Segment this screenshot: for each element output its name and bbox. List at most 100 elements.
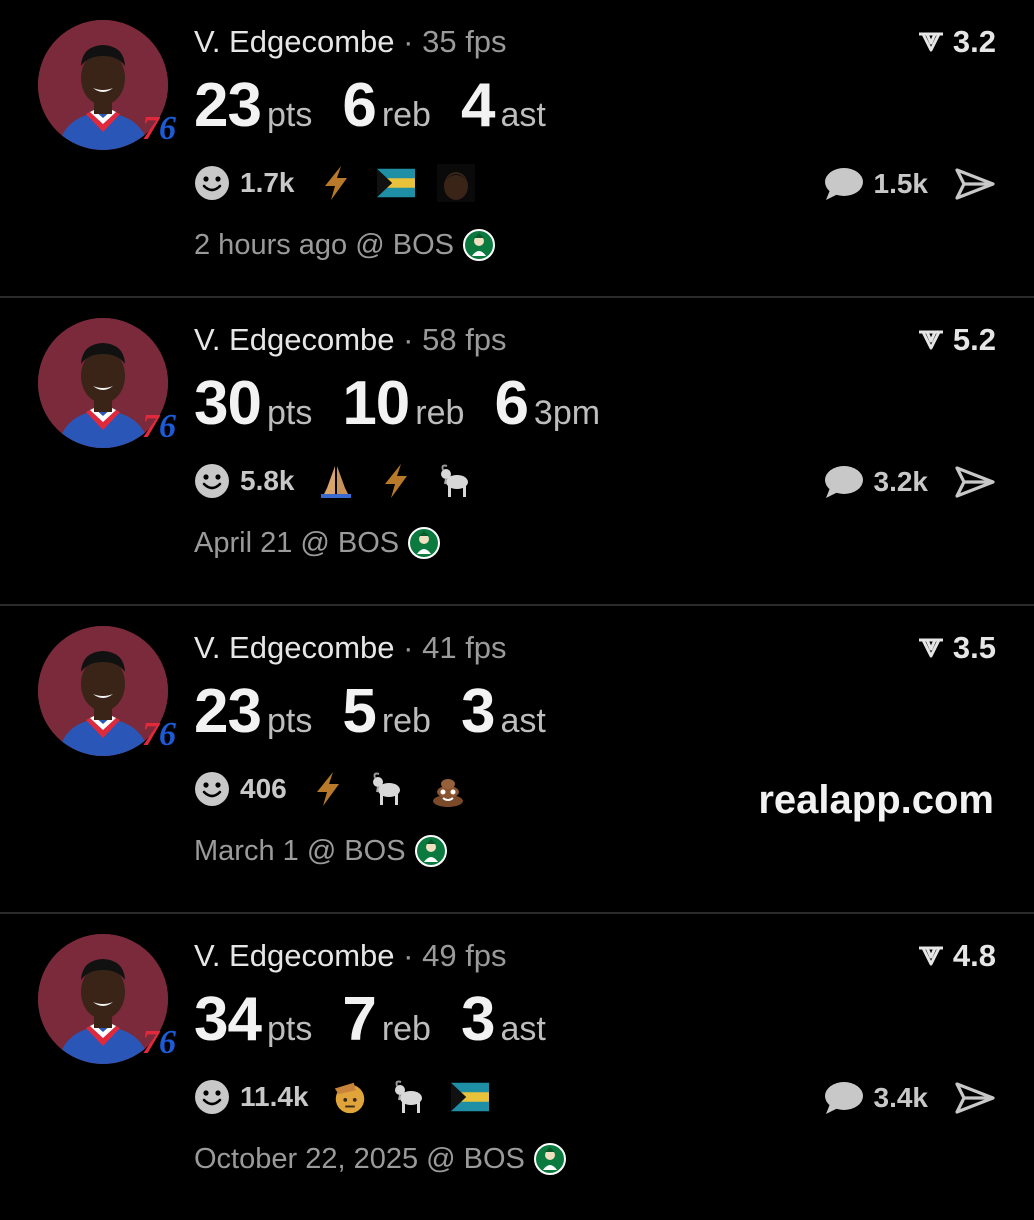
stat-reb: 7 reb <box>342 984 431 1055</box>
comments-button[interactable]: 3.4k <box>822 1080 929 1116</box>
player-name[interactable]: V. Edgecombe <box>194 630 395 665</box>
poop-icon[interactable] <box>429 770 467 808</box>
stat-line: 23 pts 6 reb 4 ast <box>194 70 576 141</box>
stat-value: 6 <box>494 369 528 438</box>
player-name[interactable]: V. Edgecombe <box>194 938 395 973</box>
celtics-logo-icon <box>414 835 447 867</box>
game-date-opponent: 2 hours ago @ BOS <box>194 228 454 261</box>
stat-reb: 6 reb <box>342 70 431 141</box>
game-meta[interactable]: 2 hours ago @ BOS <box>194 228 496 262</box>
stat-unit: pts <box>266 702 313 740</box>
promo-link[interactable]: realapp.com <box>758 778 994 823</box>
stat-unit: pts <box>266 1010 313 1048</box>
stat-value: 3 <box>460 985 495 1054</box>
post-card[interactable]: 76 V. Edgecombe · 58 fps 5.2 30 pts 10 reb 6… <box>0 296 1034 604</box>
post-headline[interactable]: V. Edgecombe · 49 fps <box>194 938 507 974</box>
player-avatar[interactable]: 76 <box>38 626 176 756</box>
lightning-icon[interactable] <box>377 462 415 500</box>
post-card[interactable]: 76 V. Edgecombe · 35 fps 3.2 23 pts 6 reb 4 a… <box>0 0 1034 308</box>
separator: · <box>403 322 414 357</box>
fps-score: 35 fps <box>422 24 507 59</box>
smiley-icon <box>195 772 229 806</box>
saluting-face-icon[interactable] <box>331 1078 369 1116</box>
comments-button[interactable]: 3.2k <box>822 464 929 500</box>
fps-score: 41 fps <box>422 630 507 665</box>
reaction-bar: 11.4k <box>194 1078 489 1116</box>
rating[interactable]: 3.2 <box>917 24 996 60</box>
rating[interactable]: 3.5 <box>917 630 996 666</box>
game-date-opponent: March 1 @ BOS <box>194 834 406 867</box>
sixers-logo-icon: 76 <box>142 716 176 753</box>
post-feed: 76 V. Edgecombe · 35 fps 3.2 23 pts 6 reb 4 a… <box>0 0 1034 1200</box>
game-meta[interactable]: April 21 @ BOS <box>194 526 441 560</box>
stat-value: 23 <box>194 71 262 140</box>
post-actions: 3.2k <box>822 464 997 500</box>
smiley-icon <box>195 464 229 498</box>
rating[interactable]: 4.8 <box>917 938 996 974</box>
player-name[interactable]: V. Edgecombe <box>194 24 395 59</box>
bahamas-flag-icon[interactable] <box>376 164 415 202</box>
player-avatar[interactable]: 76 <box>38 20 176 150</box>
rating-value: 4.8 <box>952 938 996 973</box>
post-card[interactable]: 76 V. Edgecombe · 49 fps 4.8 34 pts 7 reb 3 a… <box>0 912 1034 1220</box>
stat-ast: 3 ast <box>461 676 546 747</box>
stat-value: 34 <box>194 985 262 1054</box>
share-icon[interactable] <box>954 166 996 202</box>
reaction-button[interactable]: 5.8k <box>194 463 295 499</box>
reaction-bar: 406 <box>194 770 467 808</box>
rating-icon <box>918 638 943 658</box>
stat-line: 30 pts 10 reb 6 3pm <box>194 368 630 439</box>
praying-hands-icon[interactable] <box>317 462 355 500</box>
reaction-count: 1.7k <box>240 167 295 198</box>
fps-score: 49 fps <box>422 938 507 973</box>
post-headline[interactable]: V. Edgecombe · 58 fps <box>194 322 507 358</box>
game-meta[interactable]: October 22, 2025 @ BOS <box>194 1142 567 1176</box>
rating-value: 3.5 <box>952 630 996 665</box>
celtics-logo-icon <box>533 1143 566 1175</box>
post-headline[interactable]: V. Edgecombe · 35 fps <box>194 24 507 60</box>
player-name[interactable]: V. Edgecombe <box>194 322 395 357</box>
lightning-icon[interactable] <box>309 770 347 808</box>
comment-count: 3.4k <box>873 1082 929 1113</box>
rating[interactable]: 5.2 <box>917 322 996 358</box>
player-face-icon[interactable] <box>436 164 475 202</box>
comments-button[interactable]: 1.5k <box>822 166 928 202</box>
comment-count: 3.2k <box>873 466 929 497</box>
sixers-logo-icon: 76 <box>142 1024 176 1061</box>
celtics-logo-icon <box>408 527 441 559</box>
rating-icon <box>918 32 943 52</box>
post-headline[interactable]: V. Edgecombe · 41 fps <box>194 630 507 666</box>
player-avatar[interactable]: 76 <box>38 318 176 448</box>
stat-line: 34 pts 7 reb 3 ast <box>194 984 576 1055</box>
stat-value: 7 <box>342 985 376 1054</box>
stat-unit: ast <box>500 96 546 134</box>
game-meta[interactable]: March 1 @ BOS <box>194 834 448 868</box>
celtics-logo-icon <box>462 229 495 261</box>
separator: · <box>403 24 414 59</box>
goat-icon[interactable] <box>437 462 475 500</box>
stat-value: 3 <box>460 677 495 746</box>
reaction-button[interactable]: 11.4k <box>194 1079 309 1115</box>
smiley-icon <box>195 1080 229 1114</box>
rating-icon <box>918 330 943 350</box>
player-avatar[interactable]: 76 <box>38 934 176 1064</box>
lightning-icon[interactable] <box>317 164 355 202</box>
goat-icon[interactable] <box>391 1078 429 1116</box>
share-icon[interactable] <box>954 464 996 500</box>
reaction-bar: 5.8k <box>194 462 475 500</box>
reaction-button[interactable]: 1.7k <box>194 165 295 201</box>
reaction-count: 406 <box>240 773 287 804</box>
stat-pts: 23 pts <box>194 70 312 141</box>
reaction-count: 5.8k <box>240 465 295 496</box>
reaction-button[interactable]: 406 <box>194 771 287 807</box>
bahamas-flag-icon[interactable] <box>450 1078 489 1116</box>
post-card[interactable]: 76 V. Edgecombe · 41 fps 3.5 23 pts 5 reb 3 a… <box>0 604 1034 912</box>
comment-bubble-icon <box>824 1082 863 1114</box>
sixers-logo-icon: 76 <box>142 110 176 147</box>
stat-unit: ast <box>500 1010 546 1048</box>
share-icon[interactable] <box>954 1080 996 1116</box>
comment-bubble-icon <box>824 466 863 498</box>
comment-bubble-icon <box>824 168 863 200</box>
goat-icon[interactable] <box>369 770 407 808</box>
stat-pts: 23 pts <box>194 676 312 747</box>
